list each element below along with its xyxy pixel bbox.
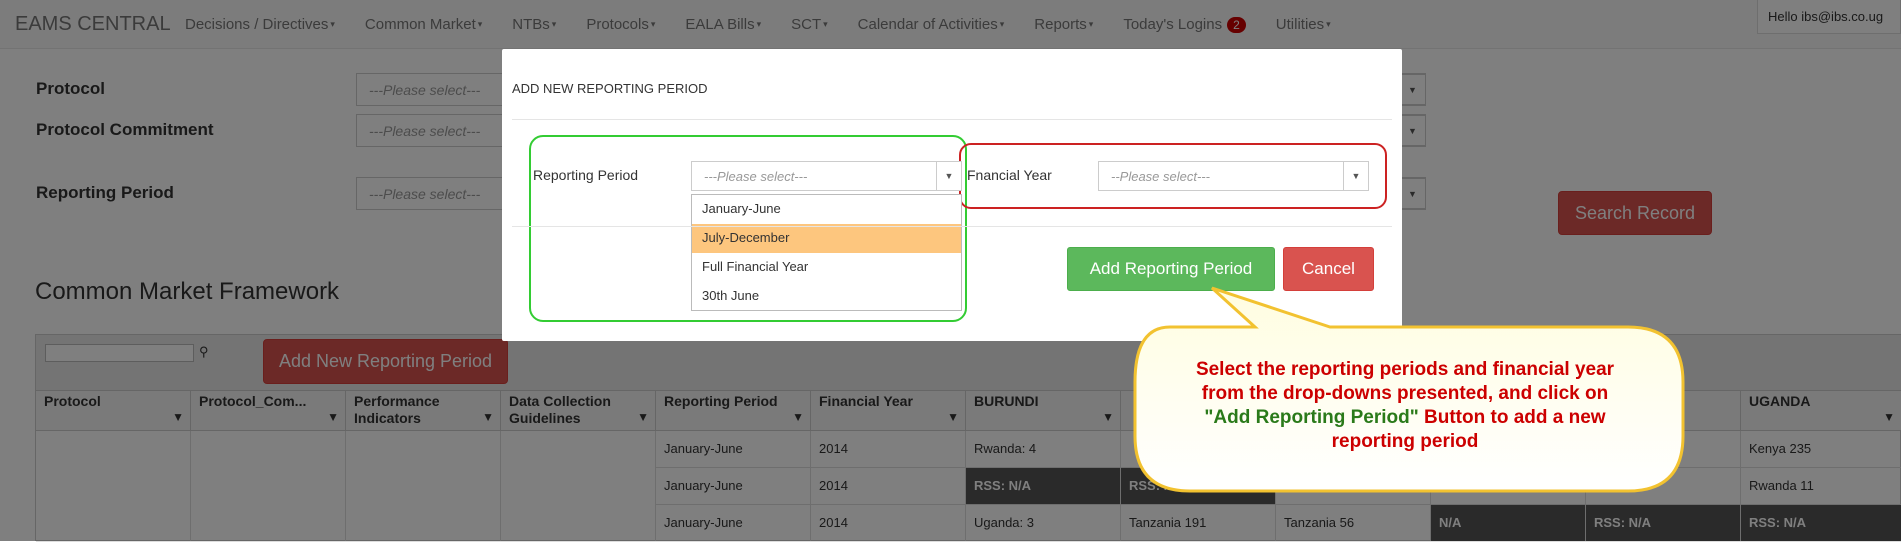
- callout-text: Select the reporting periods and financi…: [1195, 359, 1615, 452]
- callout-bubble: [1133, 286, 1685, 493]
